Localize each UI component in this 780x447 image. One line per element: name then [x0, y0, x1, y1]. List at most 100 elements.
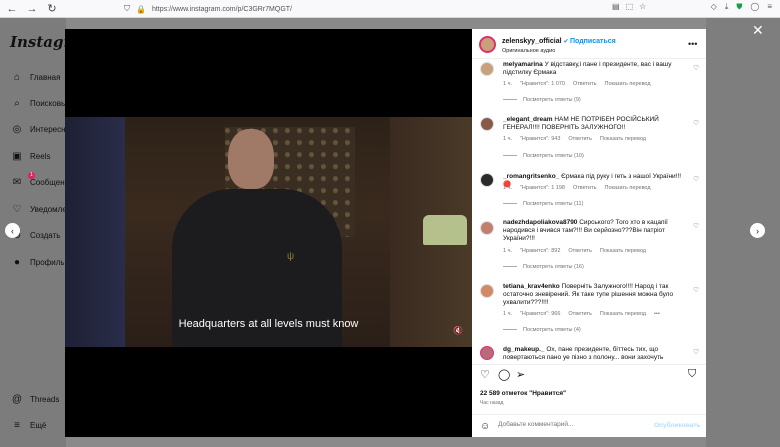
like-comment-heart-icon[interactable]: ♡ [693, 348, 699, 356]
reply-button[interactable]: Ответить [568, 311, 592, 317]
save-bookmark-icon[interactable]: ⛉ [688, 368, 696, 381]
reply-button[interactable]: Ответить [573, 185, 597, 191]
post-panel: zelenskyy_official ✔ Подписаться Оригина… [472, 29, 706, 437]
sidebar-item-more[interactable]: ≡ Ещё [10, 418, 46, 432]
menu-icon[interactable]: ≡ [767, 2, 772, 12]
like-comment-heart-icon[interactable]: ♡ [693, 222, 699, 230]
sidebar-item-reels[interactable]: ▣ Reels [10, 149, 50, 163]
avatar[interactable] [480, 346, 494, 360]
person-head [228, 129, 274, 189]
view-replies-button[interactable]: Посмотреть ответы (4) [503, 327, 581, 333]
share-icon[interactable]: ➢ [516, 368, 525, 381]
prev-post-button[interactable]: ‹ [5, 223, 20, 238]
sidebar-item-profile[interactable]: ● Профиль [10, 255, 65, 269]
comment-meta: 1 ч. "Нравится": 1 070 Ответить Показать пе… [503, 81, 659, 87]
follow-button[interactable]: Подписаться [570, 38, 616, 45]
sidebar-item-messages[interactable]: ✉ 1 Сообщения [10, 172, 73, 189]
more-options-icon[interactable]: ••• [688, 39, 697, 49]
avatar[interactable] [480, 173, 494, 187]
avatar[interactable] [480, 284, 494, 298]
comment-text: dg_makeup._ Ох, пане президенте, біттесь… [503, 346, 688, 362]
translate-button[interactable]: Показать перевод [600, 311, 646, 317]
translate-button[interactable]: Показать перевод [600, 248, 646, 254]
sidebar-item-home[interactable]: ⌂ Главная [10, 70, 60, 84]
comment-icon[interactable]: ◯ [498, 368, 510, 381]
comment-input[interactable] [498, 421, 648, 428]
post-actions: ♡ ◯ ➢ ⛉ [472, 364, 706, 382]
download-icon[interactable]: ⤓ [725, 2, 729, 12]
menu-icon: ≡ [14, 419, 20, 431]
comment-likes[interactable]: "Нравится": 1 198 [520, 185, 565, 191]
video-player[interactable]: ψ Headquarters at all levels must know 🔇 [65, 29, 472, 437]
like-comment-heart-icon[interactable]: ♡ [693, 175, 699, 183]
comment-meta: 1 ч. "Нравится": 966 Ответить Показать пере… [503, 311, 668, 317]
sidebar-item-threads[interactable]: @ Threads [10, 392, 59, 406]
view-replies-button[interactable]: Посмотреть ответы (11) [503, 201, 583, 207]
reply-button[interactable]: Ответить [573, 81, 597, 87]
comment-options-icon[interactable]: ••• [654, 311, 660, 317]
comment-username[interactable]: tetiana_krav4enko [503, 283, 560, 290]
comment-username[interactable]: nadezhdapoliakova8790 [503, 219, 577, 226]
lamp-decor [423, 215, 467, 245]
comment-username[interactable]: _romangritsenko_ [503, 173, 559, 180]
avatar[interactable] [480, 117, 494, 131]
pocket-icon[interactable]: ◇ [711, 2, 717, 12]
likes-count[interactable]: 22 589 отметок "Нравится" [480, 390, 566, 397]
bookmark-star-icon[interactable]: ☆ [639, 2, 646, 11]
chevron-left-icon: ‹ [11, 225, 14, 236]
search-icon: ⌕ [14, 97, 20, 109]
like-comment-heart-icon[interactable]: ♡ [693, 119, 699, 127]
verified-icon: ✔ [563, 39, 569, 45]
reply-button[interactable]: Ответить [568, 248, 592, 254]
address-bar[interactable]: ⛉ 🔒 https://www.instagram.com/p/C3GRr7MQ… [124, 2, 664, 16]
overlay-background [706, 18, 780, 447]
view-replies-button[interactable]: Посмотреть ответы (10) [503, 153, 584, 159]
view-replies-button[interactable]: Посмотреть ответы (16) [503, 264, 584, 270]
browser-toolbar: ← → ↻ ⛉ 🔒 https://www.instagram.com/p/C3… [0, 0, 780, 18]
view-replies-button[interactable]: Посмотреть ответы (9) [503, 97, 581, 103]
comment-likes[interactable]: "Нравится": 966 [520, 311, 560, 317]
avatar[interactable] [480, 221, 494, 235]
translate-button[interactable]: Показать перевод [605, 185, 651, 191]
like-comment-heart-icon[interactable]: ♡ [693, 64, 699, 72]
comment-username[interactable]: _elegant_dream [503, 116, 553, 123]
comment-likes[interactable]: "Нравится": 943 [520, 136, 560, 142]
comment-meta: 1 ч. "Нравится": 892 Ответить Показать пере… [503, 248, 654, 254]
extension-icon[interactable]: ⛊ [736, 2, 742, 12]
comment-username[interactable]: melyamarina [503, 61, 543, 68]
reload-icon[interactable]: ↻ [44, 1, 60, 17]
comment-text: tetiana_krav4enko Поверніть Залужного!!!… [503, 283, 688, 307]
publish-button[interactable]: Опубликовать [654, 422, 700, 429]
post-header: zelenskyy_official ✔ Подписаться Оригина… [472, 29, 706, 59]
translate-button[interactable]: Показать перевод [605, 81, 651, 87]
comment-username[interactable]: dg_makeup._ [503, 346, 545, 353]
reader-icon[interactable]: ▤ [612, 2, 620, 11]
video-subtitle: Headquarters at all levels must know [178, 318, 359, 330]
comment-time: 1 ч. [503, 81, 512, 87]
forward-icon[interactable]: → [24, 1, 40, 17]
mute-icon[interactable]: 🔇 [453, 326, 463, 335]
heart-icon: ♡ [12, 203, 22, 215]
chevron-right-icon: › [756, 225, 759, 236]
like-comment-heart-icon[interactable]: ♡ [693, 286, 699, 294]
avatar[interactable] [479, 36, 496, 53]
next-post-button[interactable]: › [750, 223, 765, 238]
account-icon[interactable]: ◯ [750, 2, 759, 12]
sidebar-item-search[interactable]: ⌕ Поисковый [10, 96, 71, 110]
avatar[interactable] [480, 62, 494, 76]
sidebar-item-label: Ещё [30, 420, 47, 430]
close-icon[interactable]: ✕ [752, 22, 764, 39]
sidebar-item-label: Профиль [30, 257, 65, 267]
comment-text: nadezhdapoliakova8790 Сирського? Того хт… [503, 219, 688, 243]
comment-likes[interactable]: "Нравится": 892 [520, 248, 560, 254]
like-heart-icon[interactable]: ♡ [480, 368, 490, 381]
audio-label[interactable]: Оригинальное аудио [502, 48, 555, 54]
translate-button[interactable]: Показать перевод [600, 136, 646, 142]
emoji-icon[interactable]: ☺ [480, 421, 490, 432]
reply-button[interactable]: Ответить [568, 136, 592, 142]
back-icon[interactable]: ← [4, 1, 20, 17]
home-icon: ⌂ [13, 71, 21, 83]
screenshot-icon[interactable]: ⬚ [626, 2, 634, 11]
comment-likes[interactable]: "Нравится": 1 070 [520, 81, 565, 87]
post-username[interactable]: zelenskyy_official ✔ [502, 38, 569, 45]
